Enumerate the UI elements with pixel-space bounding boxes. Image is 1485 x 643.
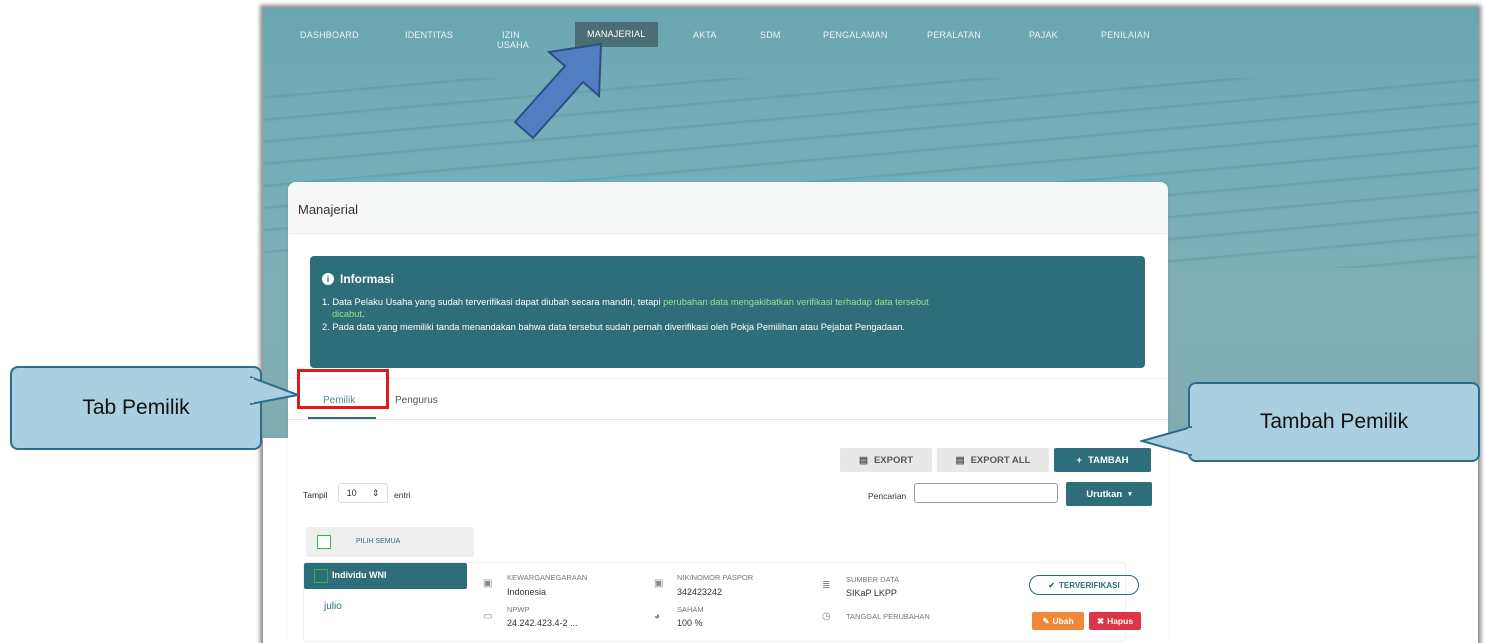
select-all-checkbox[interactable] — [317, 535, 331, 549]
saham-value: 100 % — [677, 618, 703, 628]
export-all-button[interactable]: ▤ EXPORT ALL — [937, 448, 1049, 472]
id-card-icon: ▣ — [483, 578, 493, 589]
plus-icon: + — [1076, 454, 1083, 466]
info-line-1b: dicabut. — [332, 309, 365, 319]
credit-card-icon: ▭ — [483, 611, 493, 622]
tab-bar: Pemilik Pengurus — [288, 378, 1168, 420]
highlight-box — [297, 369, 389, 409]
table-icon: ▤ — [858, 454, 868, 466]
pie-chart-icon: ◕ — [654, 611, 661, 622]
nav-pajak[interactable]: PAJAK — [1029, 30, 1058, 40]
app-window: DASHBOARD IDENTITAS IZIN USAHA MANAJERIA… — [263, 8, 1478, 643]
select-all-label: PILIH SEMUA — [356, 538, 401, 545]
callout-pointer-icon — [250, 375, 300, 406]
callout-pointer-icon — [1140, 425, 1192, 457]
nav-akta[interactable]: AKTA — [693, 30, 717, 40]
info-panel: i Informasi 1. Data Pelaku Usaha yang su… — [310, 256, 1145, 368]
show-entries-suffix: entri — [394, 490, 411, 500]
export-button[interactable]: ▤ EXPORT — [840, 448, 932, 472]
kewarganegaraan-value: Indonesia — [507, 587, 547, 597]
record-type-tag: Individu WNI — [304, 563, 467, 589]
nav-dashboard[interactable]: DASHBOARD — [300, 30, 359, 40]
sort-arrows-icon: ⇕ — [371, 487, 380, 498]
edit-icon: ✎ — [1042, 615, 1050, 626]
list-item: Individu WNI julio ▣ KEWARGANEGARAAN Ind… — [303, 562, 1141, 642]
nik-value: 342423242 — [677, 587, 723, 597]
tanggal-label: TANGGAL PERUBAHAN — [846, 612, 930, 621]
nav-pengalaman[interactable]: PENGALAMAN — [823, 30, 888, 40]
entries-select[interactable]: 10 ⇕ — [338, 483, 388, 503]
nav-identitas[interactable]: IDENTITAS — [405, 30, 453, 40]
table-icon: ▤ — [955, 454, 965, 466]
info-line-1: 1. Data Pelaku Usaha yang sudah terverif… — [322, 297, 929, 307]
page-title: Manajerial — [298, 202, 358, 217]
active-tab-indicator — [308, 417, 376, 419]
search-label: Pencarian — [868, 491, 907, 501]
nav-sdm[interactable]: SDM — [760, 30, 781, 40]
record-name: julio — [324, 601, 342, 612]
status-badge: ✔ TERVERIFIKASI — [1029, 575, 1139, 595]
nav-peralatan[interactable]: PERALATAN — [927, 30, 981, 40]
ubah-button[interactable]: ✎ Ubah — [1032, 612, 1084, 630]
info-title: Informasi — [340, 272, 395, 286]
urutkan-dropdown[interactable]: Urutkan ▾ — [1066, 482, 1152, 506]
caret-down-icon: ▾ — [1128, 491, 1132, 498]
nav-penilaian[interactable]: PENILAIAN — [1101, 30, 1150, 40]
show-entries-prefix: Tampil — [303, 490, 328, 500]
callout-tambah-pemilik: Tambah Pemilik — [1188, 382, 1480, 462]
select-all-bar[interactable]: PILIH SEMUA — [306, 527, 474, 557]
nik-label: NIK/NOMOR PASPOR — [677, 573, 754, 582]
check-icon: ✔ — [1048, 580, 1055, 590]
hapus-button[interactable]: ✖ Hapus — [1089, 612, 1141, 630]
kewarganegaraan-label: KEWARGANEGARAAN — [507, 573, 588, 582]
info-link-perubahan[interactable]: perubahan data mengakibatkan verifikasi … — [663, 297, 929, 307]
row-checkbox[interactable] — [314, 569, 328, 583]
info-icon: i — [322, 273, 334, 285]
trash-icon: ✖ — [1096, 615, 1105, 626]
id-card-icon: ▣ — [654, 578, 664, 589]
tab-pengurus[interactable]: Pengurus — [395, 395, 438, 406]
callout-tab-pemilik: Tab Pemilik — [10, 366, 262, 450]
npwp-label: NPWP — [507, 605, 530, 614]
manajerial-card: Manajerial i Informasi 1. Data Pelaku Us… — [288, 182, 1168, 643]
npwp-value: 24.242.423.4-2 ... — [507, 618, 578, 628]
search-input[interactable] — [914, 483, 1058, 503]
info-link-dicabut[interactable]: dicabut — [332, 309, 362, 319]
clock-icon: ◷ — [822, 611, 831, 622]
database-icon: ≣ — [822, 580, 831, 591]
sumber-label: SUMBER DATA — [846, 575, 900, 584]
info-line-2: 2. Pada data yang memiliki tanda menanda… — [322, 322, 905, 332]
sumber-value: SIKaP LKPP — [846, 588, 897, 598]
tambah-button[interactable]: + TAMBAH — [1054, 448, 1151, 472]
pointer-arrow-icon — [513, 42, 603, 140]
main-nav: DASHBOARD IDENTITAS IZIN USAHA MANAJERIA… — [263, 22, 1478, 62]
saham-label: SAHAM — [677, 605, 704, 614]
